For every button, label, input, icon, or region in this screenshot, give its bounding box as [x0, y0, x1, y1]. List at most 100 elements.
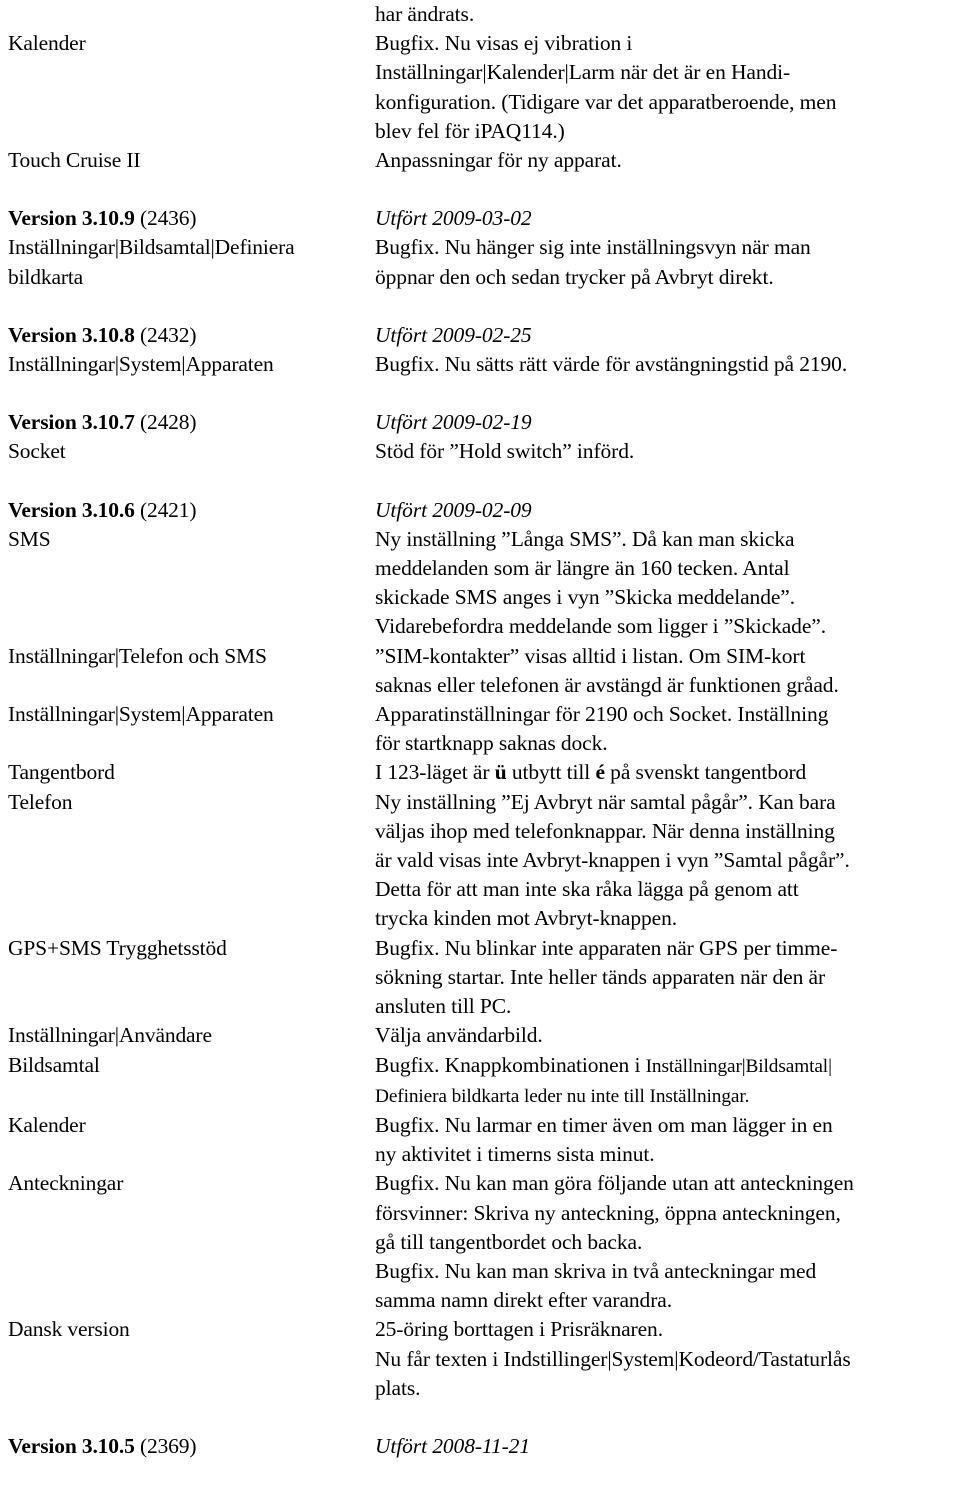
version-number: Version 3.10.7: [8, 410, 135, 435]
version-status-date: Utfört 2009-03-02: [375, 206, 532, 231]
emphasis-text: ü: [494, 760, 507, 785]
changelog-row: Bildsamtal Bugfix. Knappkombinationen i I…: [8, 1051, 952, 1111]
changelog-row: Anteckningar Bugfix. Nu kan man göra följ…: [8, 1169, 952, 1315]
version-title: Version 3.10.5 (2369): [8, 1432, 375, 1461]
row-label: Inställningar|Bildsamtal|Definiera bildka…: [8, 233, 375, 291]
row-label: Inställningar|Telefon och SMS: [8, 642, 375, 671]
row-description: har ändrats.: [375, 0, 952, 29]
text-span: Bugfix. Knappkombinationen i: [375, 1052, 646, 1077]
version-status-date: Utfört 2009-02-09: [375, 497, 532, 522]
row-label: Kalender: [8, 29, 375, 58]
description-line: plats.: [375, 1375, 421, 1400]
row-label-line: Inställningar|System|Apparaten: [8, 702, 274, 727]
row-description: Bugfix. Nu hänger sig inte inställningsv…: [375, 233, 952, 291]
description-line: ”SIM-kontakter” visas alltid i listan. O…: [375, 643, 806, 668]
version-build-number: (2428): [139, 410, 197, 435]
description-line: Bugfix. Nu hänger sig inte inställningsv…: [375, 235, 811, 260]
description-line: Bugfix. Nu larmar en timer även om man l…: [375, 1112, 833, 1137]
changelog-row: Inställningar|Telefon och SMS ”SIM-kontak…: [8, 642, 952, 700]
description-line: Bugfix. Nu kan man skriva in två anteckn…: [375, 1258, 817, 1283]
description-line: Bugfix. Nu blinkar inte apparaten när GP…: [375, 935, 838, 960]
changelog-row: Touch Cruise II Anpassningar för ny appar…: [8, 146, 952, 175]
description-line: är vald visas inte Avbryt-knappen i vyn …: [375, 848, 850, 873]
description-line: försvinner: Skriva ny anteckning, öppna …: [375, 1200, 841, 1225]
row-label: SMS: [8, 525, 375, 554]
version-header-row: Version 3.10.6 (2421) Utfört 2009-02-09: [8, 496, 952, 525]
row-description: Bugfix. Nu blinkar inte apparaten när GP…: [375, 934, 952, 1022]
description-line: trycka kinden mot Avbryt-knappen.: [375, 906, 678, 931]
row-label: Tangentbord: [8, 758, 375, 787]
description-line: ansluten till PC.: [375, 994, 512, 1019]
row-label-line: bildkarta: [8, 264, 84, 289]
row-description: Bugfix. Knappkombinationen i Inställning…: [375, 1051, 952, 1111]
row-label: Telefon: [8, 788, 375, 817]
version-number: Version 3.10.5: [8, 1433, 135, 1458]
row-description: Bugfix. Nu sätts rätt värde för avstängn…: [375, 350, 952, 379]
description-line: konfiguration. (Tidigare var det apparat…: [375, 89, 837, 114]
row-label: Touch Cruise II: [8, 146, 375, 175]
row-description: ”SIM-kontakter” visas alltid i listan. O…: [375, 642, 952, 700]
row-label: Kalender: [8, 1111, 375, 1140]
description-line: öppnar den och sedan trycker på Avbryt d…: [375, 264, 774, 289]
row-label-line: Socket: [8, 439, 66, 464]
description-line: för startknapp saknas dock.: [375, 731, 608, 756]
description-line: 25-öring borttagen i Prisräknaren.: [375, 1317, 663, 1342]
version-header-row: Version 3.10.5 (2369) Utfört 2008-11-21: [8, 1432, 952, 1461]
row-label: Socket: [8, 437, 375, 466]
row-label: GPS+SMS Trygghetsstöd: [8, 934, 375, 963]
row-label-line: Telefon: [8, 789, 73, 814]
description-line: ny aktivitet i timerns sista minut.: [375, 1142, 655, 1167]
text-line: Definiera bildkarta leder nu inte till I…: [375, 1081, 952, 1111]
description-line: Nu får texten i Indstillinger|System|Kod…: [375, 1346, 851, 1371]
row-description: Stöd för ”Hold switch” införd.: [375, 437, 952, 466]
description-line: Stöd för ”Hold switch” införd.: [375, 439, 635, 464]
text-line: Bugfix. Knappkombinationen i Inställning…: [375, 1051, 952, 1081]
row-label-line: SMS: [8, 526, 51, 551]
version-header-row: Version 3.10.8 (2432) Utfört 2009-02-25: [8, 321, 952, 350]
continuation-line: har ändrats.: [375, 2, 475, 26]
row-description: Bugfix. Nu kan man göra följande utan at…: [375, 1169, 952, 1315]
row-label-line: Touch Cruise II: [8, 148, 141, 173]
version-build-number: (2421): [139, 497, 197, 522]
version-header-row: Version 3.10.9 (2436) Utfört 2009-03-02: [8, 204, 952, 233]
row-label-line: Tangentbord: [8, 760, 115, 785]
description-line: Bugfix. Nu kan man göra följande utan at…: [375, 1171, 854, 1196]
version-number: Version 3.10.6: [8, 497, 135, 522]
version-build-number: (2436): [139, 206, 197, 231]
changelog-row: Inställningar|System|Apparaten Bugfix. Nu…: [8, 350, 952, 379]
row-label-line: Dansk version: [8, 1317, 130, 1342]
text-span: Definiera bildkarta leder nu inte till I…: [375, 1085, 750, 1107]
text-span: Inställningar|Bildsamtal|: [645, 1055, 832, 1077]
row-description: Anpassningar för ny apparat.: [375, 146, 952, 175]
description-line: väljas ihop med telefonknappar. När denn…: [375, 818, 835, 843]
row-description: Bugfix. Nu larmar en timer även om man l…: [375, 1111, 952, 1169]
description-line: samma namn direkt efter varandra.: [375, 1288, 672, 1313]
row-label-line: Kalender: [8, 1112, 86, 1137]
description-line: Ny inställning ”Ej Avbryt när samtal påg…: [375, 789, 836, 814]
changelog-row: Inställningar|System|Apparaten Apparatins…: [8, 700, 952, 758]
row-label-line: Bildsamtal: [8, 1052, 100, 1077]
description-line: Välja användarbild.: [375, 1023, 543, 1048]
changelog-row: Kalender Bugfix. Nu visas ej vibration i I…: [8, 29, 952, 146]
version-build-number: (2432): [139, 322, 197, 347]
row-label: Anteckningar: [8, 1169, 375, 1198]
row-description: 25-öring borttagen i Prisräknaren. Nu får…: [375, 1315, 952, 1403]
description-line: Apparatinställningar för 2190 och Socket…: [375, 702, 829, 727]
changelog-row: Telefon Ny inställning ”Ej Avbryt när sam…: [8, 788, 952, 934]
description-line: gå till tangentbordet och backa.: [375, 1229, 643, 1254]
text-span: I 123-läget är: [375, 760, 495, 785]
row-label-line: GPS+SMS Trygghetsstöd: [8, 935, 227, 960]
row-label: Dansk version: [8, 1315, 375, 1344]
description-line: saknas eller telefonen är avstängd är fu…: [375, 672, 839, 697]
version-status-date: Utfört 2009-02-19: [375, 410, 532, 435]
description-line: meddelanden som är längre än 160 tecken.…: [375, 556, 790, 581]
row-label-line: Anteckningar: [8, 1171, 124, 1196]
version-number: Version 3.10.9: [8, 206, 135, 231]
text-span: på svenskt tangentbord: [604, 760, 807, 785]
changelog-body: har ändrats. Kalender Bugfix. Nu visas ej …: [8, 0, 952, 1461]
